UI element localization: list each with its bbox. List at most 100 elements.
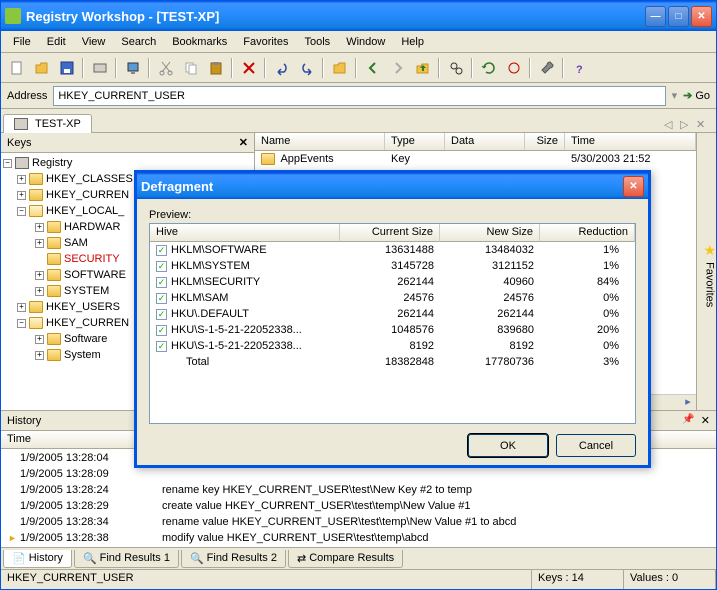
gcol-reduction[interactable]: Reduction: [540, 224, 635, 242]
checkbox[interactable]: ✓: [156, 293, 167, 304]
history-row[interactable]: 1/9/2005 13:28:34rename value HKEY_CURRE…: [2, 514, 715, 530]
tree-toggle[interactable]: +: [35, 335, 44, 344]
close-button[interactable]: ✕: [691, 6, 712, 27]
history-close-icon[interactable]: ✕: [701, 414, 710, 427]
tree-toggle[interactable]: −: [17, 319, 26, 328]
tab-prev-icon[interactable]: ◁: [664, 118, 678, 132]
gcol-new[interactable]: New Size: [440, 224, 540, 242]
tools-icon[interactable]: [535, 57, 558, 79]
tab-next-icon[interactable]: ▷: [680, 118, 694, 132]
menu-bookmarks[interactable]: Bookmarks: [164, 34, 235, 50]
checkbox[interactable]: ✓: [156, 245, 167, 256]
tree-label: HARDWAR: [64, 221, 120, 233]
col-time[interactable]: Time: [565, 133, 696, 150]
grid-row[interactable]: ✓HKU\.DEFAULT2621442621440%: [150, 306, 635, 322]
tab-close-icon[interactable]: ✕: [696, 118, 710, 132]
folder-dropdown-icon[interactable]: [328, 57, 351, 79]
gcol-hive[interactable]: Hive: [150, 224, 340, 242]
history-row[interactable]: 1/9/2005 13:28:24rename key HKEY_CURRENT…: [2, 482, 715, 498]
minimize-button[interactable]: —: [645, 6, 666, 27]
col-size[interactable]: Size: [525, 133, 565, 150]
history-row[interactable]: 1/9/2005 13:28:38modify value HKEY_CURRE…: [2, 530, 715, 546]
history-time: 1/9/2005 13:28:34: [2, 516, 162, 528]
ok-button[interactable]: OK: [468, 434, 548, 457]
help-icon[interactable]: ?: [568, 57, 591, 79]
menu-file[interactable]: File: [5, 34, 39, 50]
up-icon[interactable]: [411, 57, 434, 79]
app-icon: [5, 8, 21, 24]
folder-icon: [29, 301, 43, 313]
find-icon[interactable]: [444, 57, 467, 79]
cut-icon[interactable]: [154, 57, 177, 79]
list-row[interactable]: AppEventsKey5/30/2003 21:52: [255, 151, 696, 167]
dialog-close-button[interactable]: ✕: [623, 176, 644, 197]
connect-icon[interactable]: [88, 57, 111, 79]
grid-row[interactable]: ✓HKU\S-1-5-21-22052338...819281920%: [150, 338, 635, 354]
favorites-sidebar[interactable]: ★ Favorites: [696, 133, 716, 410]
col-data[interactable]: Data: [445, 133, 525, 150]
stop-icon[interactable]: [502, 57, 525, 79]
tree-toggle[interactable]: +: [17, 191, 26, 200]
menu-favorites[interactable]: Favorites: [235, 34, 296, 50]
tree-toggle[interactable]: +: [35, 287, 44, 296]
tree-toggle[interactable]: −: [17, 207, 26, 216]
menu-tools[interactable]: Tools: [297, 34, 339, 50]
checkbox[interactable]: ✓: [156, 277, 167, 288]
bottom-tabstrip: 📄History 🔍Find Results 1 🔍Find Results 2…: [1, 547, 716, 569]
address-input[interactable]: [53, 86, 665, 106]
undo-icon[interactable]: [270, 57, 293, 79]
copy-icon[interactable]: [179, 57, 202, 79]
btab-find2[interactable]: 🔍Find Results 2: [181, 550, 286, 568]
tree-toggle[interactable]: +: [17, 175, 26, 184]
back-icon[interactable]: [361, 57, 384, 79]
menu-search[interactable]: Search: [113, 34, 164, 50]
cancel-button[interactable]: Cancel: [556, 434, 636, 457]
paste-icon[interactable]: [204, 57, 227, 79]
keys-panel-close-icon[interactable]: ✕: [239, 136, 248, 149]
grid-row[interactable]: ✓HKLM\SAM24576245760%: [150, 290, 635, 306]
redo-icon[interactable]: [295, 57, 318, 79]
grid-row[interactable]: ✓HKLM\SYSTEM314572831211521%: [150, 258, 635, 274]
history-row[interactable]: 1/9/2005 13:28:29create value HKEY_CURRE…: [2, 498, 715, 514]
tree-root-label[interactable]: Registry: [32, 157, 72, 169]
grid-row[interactable]: ✓HKU\S-1-5-21-22052338...104857683968020…: [150, 322, 635, 338]
forward-icon[interactable]: [386, 57, 409, 79]
checkbox[interactable]: ✓: [156, 325, 167, 336]
maximize-button[interactable]: □: [668, 6, 689, 27]
checkbox[interactable]: ✓: [156, 341, 167, 352]
tree-toggle[interactable]: +: [17, 303, 26, 312]
grid-row[interactable]: ✓HKLM\SOFTWARE13631488134840321%: [150, 242, 635, 258]
col-name[interactable]: Name: [255, 133, 385, 150]
btab-compare[interactable]: ⇄Compare Results: [288, 550, 403, 568]
tree-toggle[interactable]: +: [35, 271, 44, 280]
menu-window[interactable]: Window: [338, 34, 393, 50]
history-row[interactable]: 1/9/2005 13:28:09: [2, 466, 715, 482]
go-button[interactable]: ➔ Go: [683, 89, 710, 102]
pin-icon[interactable]: 📌: [682, 414, 694, 427]
tree-toggle[interactable]: +: [35, 239, 44, 248]
save-icon[interactable]: [55, 57, 78, 79]
open-icon[interactable]: [30, 57, 53, 79]
tree-toggle[interactable]: +: [35, 351, 44, 360]
gcol-current[interactable]: Current Size: [340, 224, 440, 242]
btab-history[interactable]: 📄History: [3, 550, 72, 568]
scroll-right-icon[interactable]: ▸: [680, 395, 696, 410]
menu-help[interactable]: Help: [393, 34, 432, 50]
computer-icon[interactable]: [121, 57, 144, 79]
col-type[interactable]: Type: [385, 133, 445, 150]
tab-testxp[interactable]: TEST-XP: [3, 114, 92, 133]
refresh-icon[interactable]: [477, 57, 500, 79]
tree-toggle[interactable]: −: [3, 159, 12, 168]
menu-view[interactable]: View: [74, 34, 114, 50]
grid-row[interactable]: ✓HKLM\SECURITY2621444096084%: [150, 274, 635, 290]
delete-icon[interactable]: [237, 57, 260, 79]
btab-find1[interactable]: 🔍Find Results 1: [74, 550, 179, 568]
go-label: Go: [695, 90, 710, 102]
new-icon[interactable]: [5, 57, 28, 79]
checkbox[interactable]: ✓: [156, 309, 167, 320]
menu-edit[interactable]: Edit: [39, 34, 74, 50]
tree-label: HKEY_CURREN: [46, 189, 129, 201]
tree-toggle[interactable]: +: [35, 223, 44, 232]
checkbox[interactable]: ✓: [156, 261, 167, 272]
status-values: Values : 0: [624, 570, 716, 589]
